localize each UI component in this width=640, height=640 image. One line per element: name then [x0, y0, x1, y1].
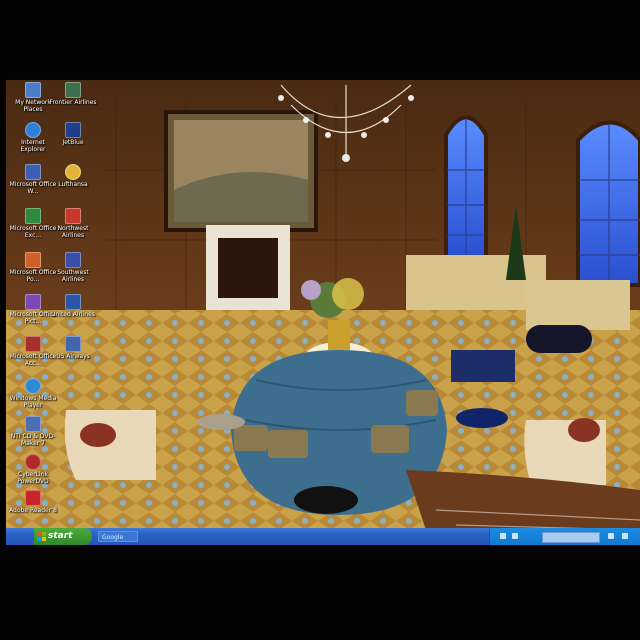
monitor-bezel: My Network Places Frontier Airlines Inte…	[0, 0, 640, 640]
network-icon	[25, 82, 41, 98]
tray-icon[interactable]	[622, 533, 628, 539]
desktop-icon-united-airlines[interactable]: United Airlines	[48, 294, 98, 318]
desktop-screen: My Network Places Frontier Airlines Inte…	[6, 80, 640, 545]
desktop-icon-nti-cd-dvd-maker[interactable]: NTI CD & DVD-Maker 7	[8, 416, 58, 447]
tray-icon[interactable]	[512, 533, 518, 539]
frontier-icon	[65, 82, 81, 98]
jetblue-icon	[65, 122, 81, 138]
windows-flag-icon	[37, 532, 46, 541]
desktop-icon-frontier-airlines[interactable]: Frontier Airlines	[48, 82, 98, 106]
nti-icon	[25, 416, 41, 432]
usairways-icon	[65, 336, 81, 352]
system-tray	[489, 528, 640, 545]
tray-icon[interactable]	[608, 533, 614, 539]
powerdvd-icon	[25, 454, 41, 470]
taskbar: start Google	[6, 528, 640, 545]
desktop-icon-grid: My Network Places Frontier Airlines Inte…	[8, 80, 104, 530]
united-icon	[65, 294, 81, 310]
desktop-icon-southwest-airlines[interactable]: Southwest Airlines	[48, 252, 98, 283]
adobe-reader-icon	[25, 490, 41, 506]
desktop-icon-lufthansa[interactable]: Lufthansa	[48, 164, 98, 188]
southwest-icon	[65, 252, 81, 268]
start-label: start	[48, 531, 73, 541]
desktop-icon-jetblue[interactable]: JetBlue	[48, 122, 98, 146]
google-quicklaunch[interactable]: Google	[98, 531, 138, 542]
desktop-icon-us-airways[interactable]: US Airways	[48, 336, 98, 360]
ie-icon	[25, 122, 41, 138]
lufthansa-icon	[65, 164, 81, 180]
picture-manager-icon	[25, 294, 41, 310]
powerpoint-icon	[25, 252, 41, 268]
media-player-icon	[25, 378, 41, 394]
desktop-icon-windows-media-player[interactable]: Windows Media Player	[8, 378, 58, 409]
search-input[interactable]	[542, 532, 600, 543]
word-icon	[25, 164, 41, 180]
tray-icon[interactable]	[500, 533, 506, 539]
desktop-icon-cyberlink-powerdvd[interactable]: CyberLink PowerDVD	[8, 454, 58, 485]
access-icon	[25, 336, 41, 352]
northwest-icon	[65, 208, 81, 224]
desktop-icon-northwest-airlines[interactable]: Northwest Airlines	[48, 208, 98, 239]
excel-icon	[25, 208, 41, 224]
desktop-icon-adobe-reader[interactable]: Adobe Reader 8	[8, 490, 58, 514]
start-button[interactable]: start	[34, 528, 92, 545]
